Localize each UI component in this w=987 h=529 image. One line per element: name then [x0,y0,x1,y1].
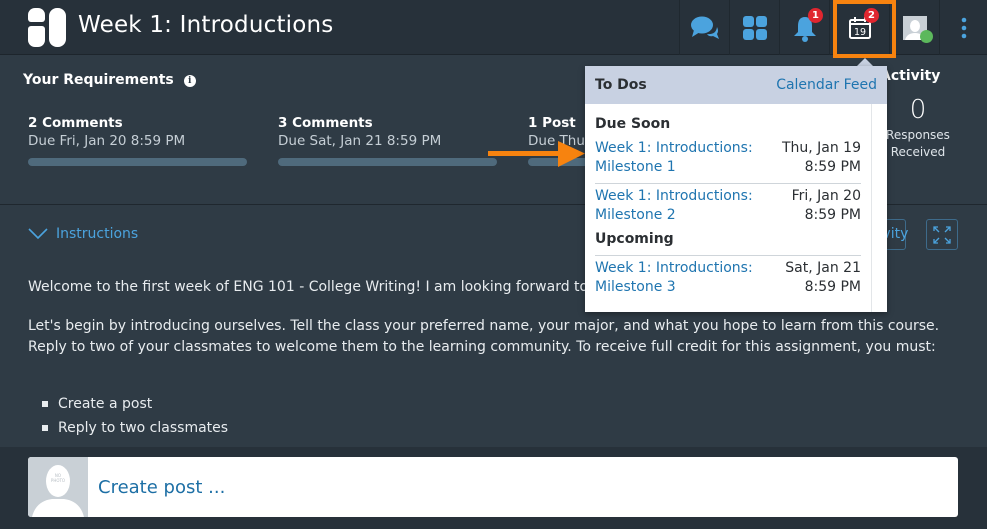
list-item: Reply to two classmates [42,416,228,440]
todo-date: Thu, Jan 19 [781,140,861,156]
todo-link[interactable]: Week 1: Introductions: [595,259,753,278]
avatar [902,15,933,43]
instructions-paragraph: Reply to two of your classmates to welco… [28,339,936,355]
todo-date: Sat, Jan 21 [785,260,861,276]
todo-link[interactable]: Week 1: Introductions: [595,139,753,158]
todo-link[interactable]: Milestone 3 [595,278,753,297]
responses-label: Responses Received [886,128,950,159]
app-logo[interactable] [28,8,68,47]
requirement-item: 2 Comments Due Fri, Jan 20 8:59 PM [28,115,247,166]
instructions-list: Create a post Reply to two classmates [42,392,228,440]
todos-title: To Dos [595,77,647,93]
upcoming-heading: Upcoming [595,231,674,247]
svg-text:PHOTO: PHOTO [51,478,65,483]
requirements-heading: Your Requirements i [23,72,196,88]
more-menu-button[interactable] [939,0,987,55]
instructions-label: Instructions [56,226,139,242]
online-status-indicator [919,29,933,43]
popover-caret [857,58,873,66]
chat-icon [690,16,719,39]
todo-link[interactable]: Week 1: Introductions: [595,187,753,206]
todo-item[interactable]: Week 1: Introductions: Milestone 1 Thu, J… [595,136,861,179]
todos-header: To Dos Calendar Feed [585,66,887,104]
todo-item[interactable]: Week 1: Introductions: Milestone 2 Fri, J… [595,183,861,227]
requirement-name: 3 Comments [278,115,373,131]
calendar-highlight-box [833,0,896,58]
info-icon[interactable]: i [183,75,196,87]
todo-item[interactable]: Week 1: Introductions: Milestone 3 Sat, J… [595,255,861,299]
apps-button[interactable] [729,0,779,55]
instructions-toggle[interactable]: Instructions [28,226,138,242]
page-title: Week 1: Introductions [78,12,334,38]
instructions-paragraph: Let's begin by introducing ourselves. Te… [28,318,940,334]
no-photo-avatar: NO PHOTO [28,457,88,517]
responses-count: 0 [909,95,927,125]
profile-button[interactable] [889,0,939,55]
create-post-box[interactable]: NO PHOTO Create post ... [28,457,958,517]
requirement-progress-bar [28,158,247,166]
chat-button[interactable] [679,0,729,55]
requirement-progress-bar [278,158,497,166]
requirement-name: 2 Comments [28,115,123,131]
list-item: Create a post [42,392,228,416]
todos-list: Due Soon Week 1: Introductions: Milestone… [585,104,871,312]
todo-link[interactable]: Milestone 2 [595,206,753,225]
activity-title: Activity [880,68,941,84]
create-post-placeholder[interactable]: Create post ... [98,477,225,498]
user-silhouette-icon: NO PHOTO [32,465,84,517]
grid-icon [742,15,767,40]
notifications-badge: 1 [808,8,823,23]
todos-popover: To Dos Calendar Feed Due Soon Week 1: In… [585,66,887,312]
popover-scrollbar[interactable] [871,104,887,312]
annotation-arrow-icon [488,141,585,167]
todo-link[interactable]: Milestone 1 [595,158,753,177]
requirement-due: Due Fri, Jan 20 8:59 PM [28,133,186,149]
requirement-due: Due Sat, Jan 21 8:59 PM [278,133,442,149]
expand-button[interactable] [926,219,958,250]
chevron-down-icon [28,228,48,240]
expand-icon [933,225,951,244]
requirement-item: 3 Comments Due Sat, Jan 21 8:59 PM [278,115,497,166]
due-soon-heading: Due Soon [595,116,671,132]
calendar-feed-link[interactable]: Calendar Feed [776,77,877,93]
todo-time: 8:59 PM [804,159,861,175]
todo-time: 8:59 PM [804,207,861,223]
notifications-button[interactable]: 1 [779,0,829,55]
todo-time: 8:59 PM [804,279,861,295]
todo-date: Fri, Jan 20 [791,188,861,204]
requirements-title: Your Requirements [23,72,174,88]
more-vertical-icon [961,17,966,38]
